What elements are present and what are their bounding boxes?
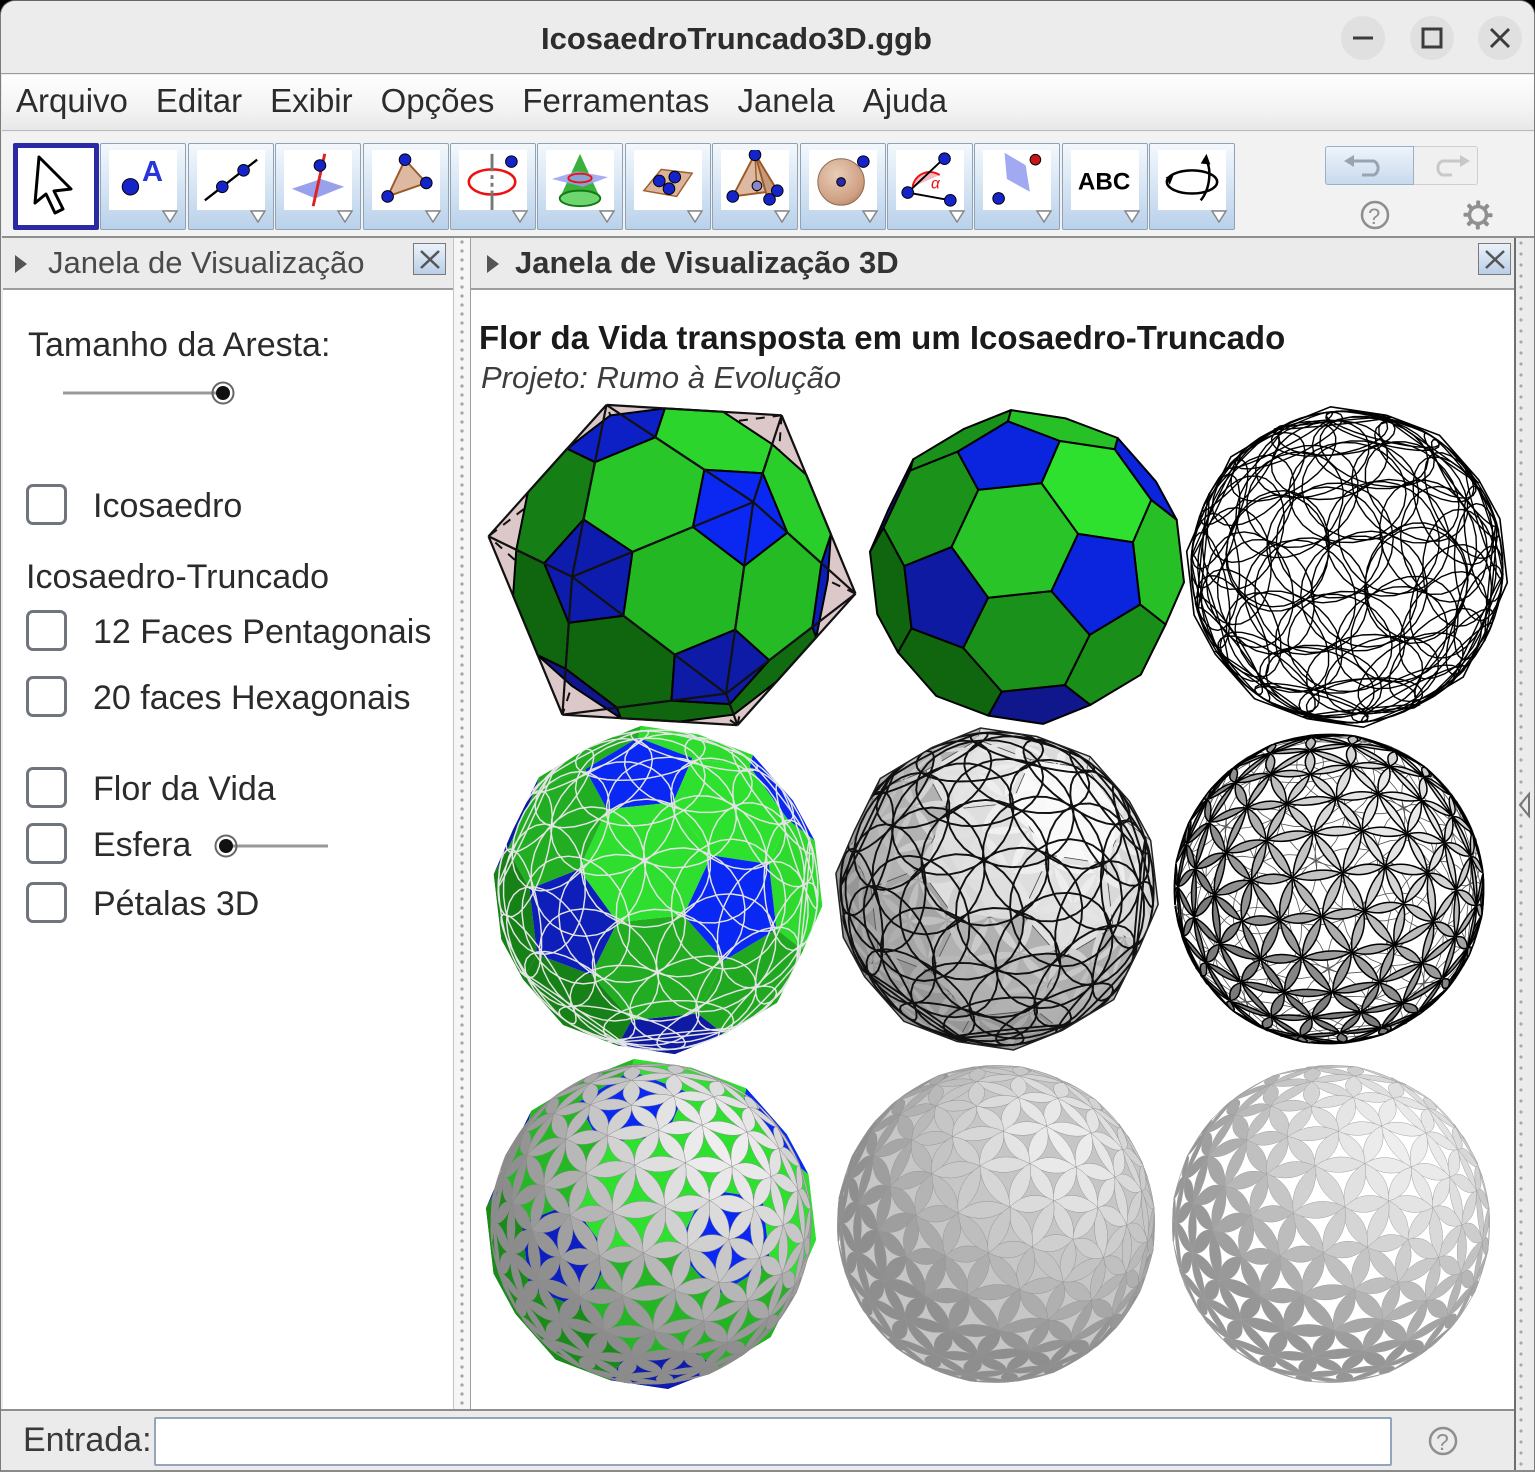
svg-text:A: A (142, 156, 163, 188)
svg-text:α: α (931, 176, 941, 193)
svg-text:?: ? (1436, 1429, 1449, 1455)
svg-text:?: ? (1368, 204, 1380, 229)
svg-text:ABC: ABC (1078, 169, 1130, 196)
